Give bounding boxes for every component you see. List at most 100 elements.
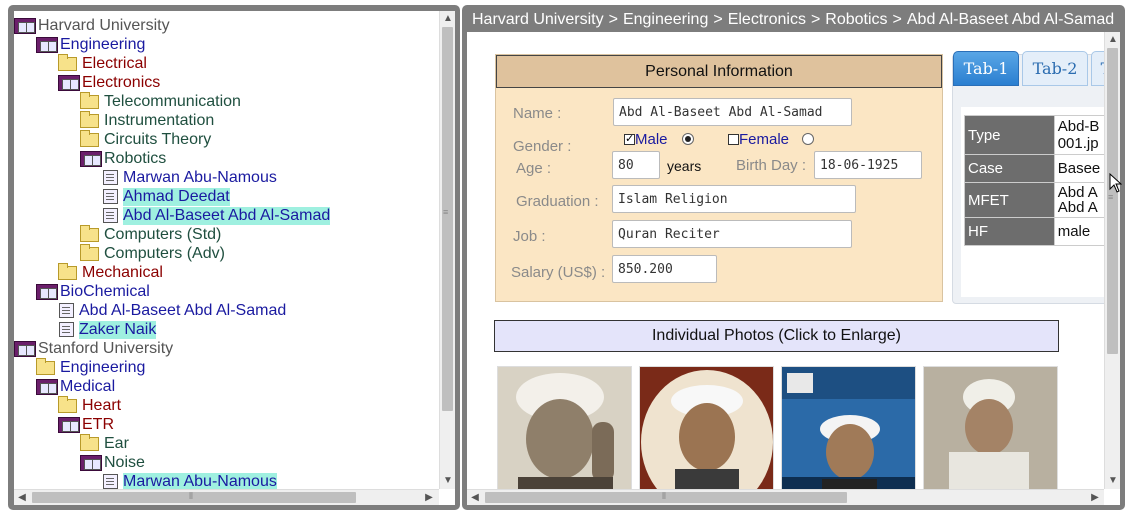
tree-node-label[interactable]: Ear [104,435,129,453]
tree-node[interactable]: Ear [80,433,129,453]
tree-node-label[interactable]: Zaker Naik [79,320,157,339]
tree-node[interactable]: Computers (Std) [80,224,221,244]
tree-node-label[interactable]: Ahmad Deedat [123,187,230,206]
tree-node[interactable]: Heart [58,395,121,415]
tree-node[interactable]: Marwan Abu-Namous [102,472,277,489]
scroll-down-arrow-icon[interactable]: ▼ [440,473,455,489]
tree-node[interactable]: Computers (Adv) [80,243,225,263]
tree-vertical-scrollbar[interactable]: ▲ ≡ ▼ [439,11,455,489]
age-field[interactable]: 80 [612,151,660,179]
tree-node-label[interactable]: BioChemical [60,283,150,301]
tree-hscroll-thumb[interactable] [32,492,356,503]
tree-node-label[interactable]: Marwan Abu-Namous [123,472,277,489]
male-checkbox[interactable]: ✓ [624,134,635,145]
tab-2[interactable]: Tab-2 [1022,51,1088,86]
tree-node[interactable]: Instrumentation [80,110,214,130]
tree-node-label[interactable]: Instrumentation [104,112,214,130]
folder-icon [36,357,55,375]
tab-1-content: Type Abd-B 001.jp Case Basee MFET Abd A Abd… [961,107,1114,297]
detail-hscroll-thumb[interactable] [485,492,847,503]
tree-node-label[interactable]: Noise [104,454,145,472]
breadcrumb-item[interactable]: Harvard University [472,11,604,28]
grip-icon: ≡ [1108,192,1114,202]
tree-node[interactable]: Medical [36,377,115,396]
tree-horizontal-scrollbar[interactable]: ◀ ⦀ ▶ [14,489,439,505]
scroll-up-arrow-icon[interactable]: ▲ [440,11,455,27]
tree-node-label[interactable]: Engineering [60,36,145,54]
breadcrumb-item[interactable]: Engineering [623,11,708,28]
tree-node[interactable]: Noise [80,453,145,472]
photo-4[interactable] [923,366,1058,505]
female-checkbox[interactable] [728,134,739,145]
scroll-right-arrow-icon[interactable]: ▶ [1087,490,1103,505]
tree-node-label[interactable]: Abd Al-Baseet Abd Al-Samad [79,302,286,320]
tree-panel: Harvard University Engineering Electrical E… [8,5,460,510]
tree-node[interactable]: Marwan Abu-Namous [102,168,277,187]
table-row: Case Basee [964,154,1114,183]
folder-icon [80,243,99,261]
tree-vscroll-thumb[interactable] [442,27,453,411]
tree-node-label[interactable]: Computers (Adv) [104,245,225,263]
tree-node[interactable]: ETR [58,415,114,434]
female-radio[interactable] [802,133,814,145]
tree-node-label[interactable]: Heart [82,397,121,415]
gender-label: Gender : [513,138,572,155]
birthday-field[interactable]: 18-06-1925 [814,151,922,179]
detail-vertical-scrollbar[interactable]: ▲ ≡ ▼ [1104,32,1120,489]
tree-node-label[interactable]: Electrical [82,55,147,73]
tree-node-label[interactable]: Computers (Std) [104,226,221,244]
folder-icon [80,433,99,451]
female-option-label[interactable]: Female [739,131,789,148]
tree-node-label[interactable]: Medical [60,378,115,396]
tree-node-label[interactable]: Circuits Theory [104,131,211,149]
breadcrumb-item[interactable]: Abd Al-Baseet Abd Al-Samad [907,11,1114,28]
photo-2[interactable] [639,366,774,505]
tree-node[interactable]: Circuits Theory [80,129,211,149]
male-radio[interactable] [682,133,694,145]
scroll-left-arrow-icon[interactable]: ◀ [467,490,483,505]
tree-node[interactable]: Mechanical [58,262,163,282]
tree-node-label[interactable]: Engineering [60,359,145,377]
tree-node-label[interactable]: Abd Al-Baseet Abd Al-Samad [123,206,331,225]
tree-node-label[interactable]: Robotics [104,150,166,168]
tree-node-label[interactable]: Marwan Abu-Namous [123,169,277,187]
name-label: Name : [513,105,562,122]
tree-node[interactable]: Electrical [58,53,147,73]
folder-icon [80,129,99,147]
tree-node[interactable]: Abd Al-Baseet Abd Al-Samad [58,301,286,320]
tree-node[interactable]: Telecommunication [80,91,241,111]
personal-info-title: Personal Information [496,55,942,88]
male-option-label[interactable]: Male [635,131,668,148]
tree-node-label[interactable]: Electronics [82,74,160,92]
tree-node[interactable]: Engineering [36,357,145,377]
tree-node[interactable]: BioChemical [36,282,150,301]
scroll-left-arrow-icon[interactable]: ◀ [14,490,30,505]
breadcrumb-item[interactable]: Electronics [728,11,806,28]
tab-1[interactable]: Tab-1 [953,51,1019,86]
tree-node-label[interactable]: Harvard University [38,17,170,35]
tree-node[interactable]: Harvard University [14,16,170,35]
birthday-label: Birth Day : [736,157,807,174]
tree-node[interactable]: Stanford University [14,339,173,358]
scroll-up-arrow-icon[interactable]: ▲ [1105,32,1120,48]
tree-node[interactable]: Ahmad Deedat [102,187,230,206]
salary-field[interactable]: 850.200 [612,255,717,283]
tree-node-label[interactable]: ETR [82,416,114,434]
tree-node-label[interactable]: Telecommunication [104,93,241,111]
tree-node[interactable]: Abd Al-Baseet Abd Al-Samad [102,206,331,225]
scroll-right-arrow-icon[interactable]: ▶ [421,490,437,505]
job-field[interactable]: Quran Reciter [612,220,852,248]
tree-node-label[interactable]: Mechanical [82,264,163,282]
tree-node[interactable]: Robotics [80,149,166,168]
breadcrumb-item[interactable]: Robotics [825,11,887,28]
tree-node[interactable]: Zaker Naik [58,320,157,339]
detail-horizontal-scrollbar[interactable]: ◀ ⦀ ▶ [467,489,1104,505]
name-field[interactable]: Abd Al-Baseet Abd Al-Samad [613,98,852,126]
tree-node-label[interactable]: Stanford University [38,340,173,358]
graduation-field[interactable]: Islam Religion [612,185,856,213]
tree-node[interactable]: Electronics [58,73,160,92]
scroll-down-arrow-icon[interactable]: ▼ [1105,473,1120,489]
photo-3[interactable] [781,366,916,505]
tree-node[interactable]: Engineering [36,35,145,54]
photo-1[interactable] [497,366,632,505]
